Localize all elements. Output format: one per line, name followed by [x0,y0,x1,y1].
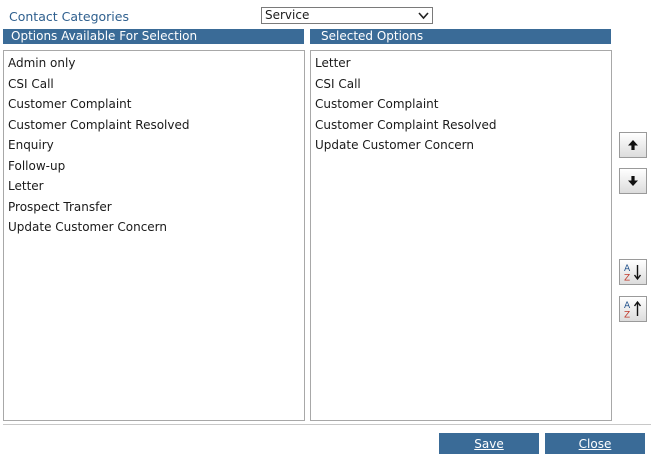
list-item[interactable]: Update Customer Concern [4,217,304,238]
list-item[interactable]: Update Customer Concern [311,135,611,156]
selected-options-header: Selected Options [310,29,611,44]
move-down-button[interactable] [619,168,647,194]
list-item[interactable]: Admin only [4,53,304,74]
list-item[interactable]: Letter [4,176,304,197]
sort-z-a-icon: A Z [624,300,642,320]
list-item[interactable]: CSI Call [311,74,611,95]
sort-a-z-icon: A Z [624,264,642,283]
list-item[interactable]: CSI Call [4,74,304,95]
category-select[interactable]: Service [261,7,433,24]
list-item[interactable]: Customer Complaint Resolved [4,115,304,136]
move-up-button[interactable] [619,132,647,158]
list-item[interactable]: Follow-up [4,156,304,177]
list-item[interactable]: Letter [311,53,611,74]
list-item[interactable]: Customer Complaint Resolved [311,115,611,136]
svg-text:Z: Z [624,311,630,320]
arrow-down-icon [628,176,638,186]
arrow-up-icon [628,140,638,150]
sort-ascending-button[interactable]: A Z [619,259,647,285]
list-item[interactable]: Customer Complaint [4,94,304,115]
close-button[interactable]: Close [545,433,645,454]
svg-text:Z: Z [624,274,630,283]
list-item[interactable]: Enquiry [4,135,304,156]
category-select-value: Service [265,8,310,22]
list-item[interactable]: Prospect Transfer [4,197,304,218]
selected-options-list[interactable]: Letter CSI Call Customer Complaint Custo… [310,50,612,421]
available-options-list[interactable]: Admin only CSI Call Customer Complaint C… [3,50,305,421]
list-item[interactable]: Customer Complaint [311,94,611,115]
contact-categories-label: Contact Categories [9,9,129,24]
available-options-header: Options Available For Selection [3,29,304,44]
svg-text:A: A [624,301,631,311]
chevron-down-icon [418,12,429,20]
sort-descending-button[interactable]: A Z [619,296,647,322]
svg-text:A: A [624,264,631,274]
save-button[interactable]: Save [439,433,539,454]
footer-divider [3,424,651,425]
